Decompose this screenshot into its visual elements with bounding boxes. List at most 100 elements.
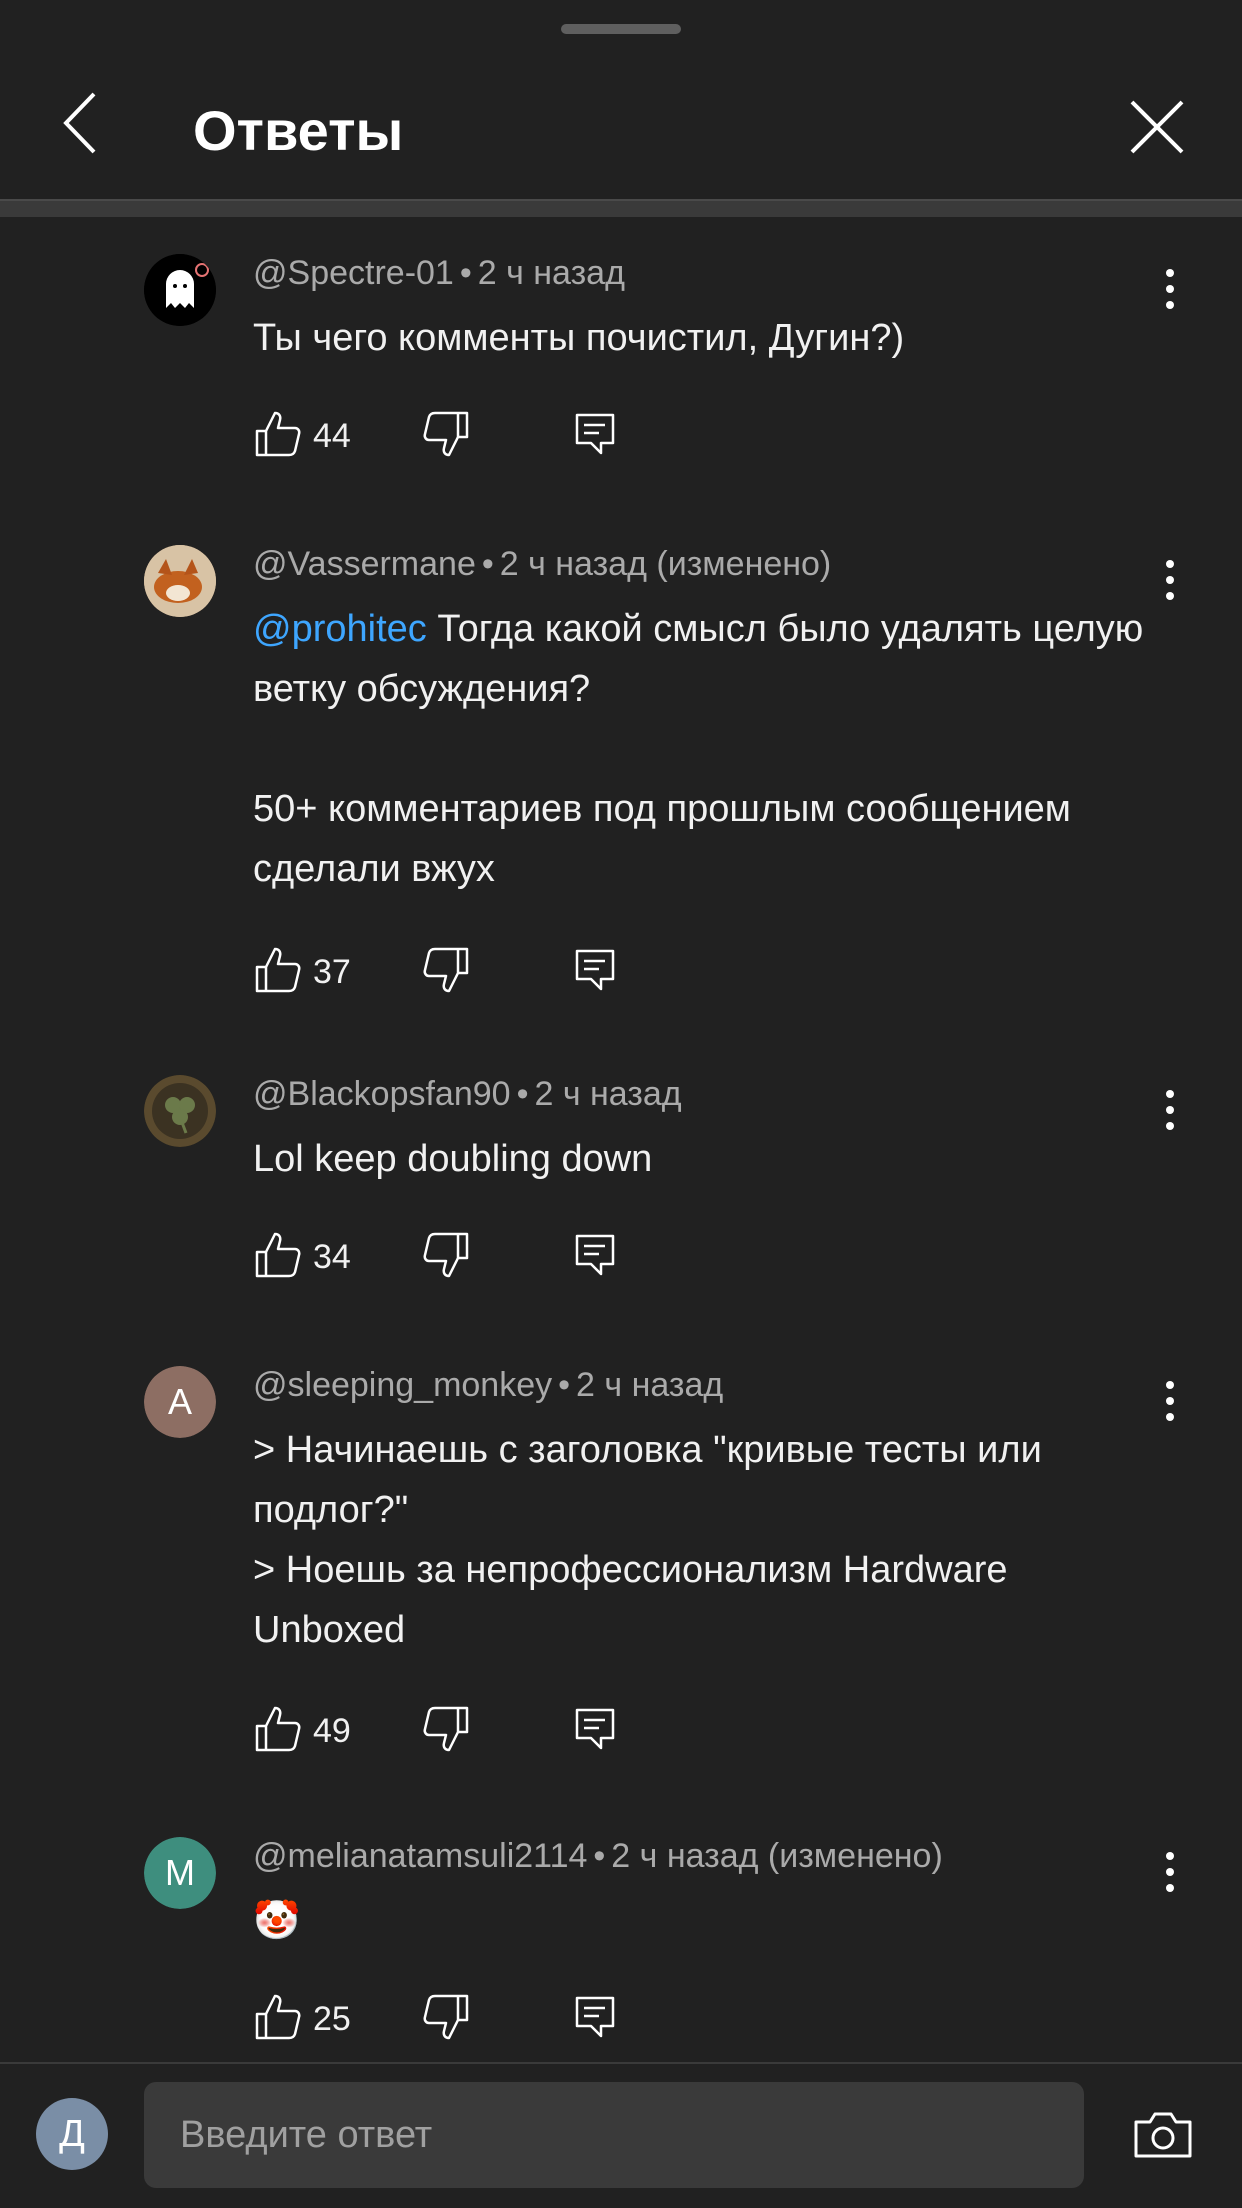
dislike-button[interactable] [421, 1704, 471, 1754]
reply-button[interactable] [571, 1230, 621, 1280]
thumbs-up-icon [255, 947, 301, 993]
comment-meta: @Vassermane • 2 ч назад (изменено) [253, 545, 832, 583]
comment-author[interactable]: @Spectre-01 [253, 254, 454, 292]
comment-text: Ты чего комменты почистил, Дугин?) [253, 308, 1153, 368]
more-vertical-icon [1166, 1852, 1174, 1892]
thumbs-up-icon [255, 411, 301, 457]
comment-body: Lol keep doubling down [253, 1138, 653, 1180]
comment-menu-button[interactable] [1155, 555, 1185, 605]
comment-actions: 49 [253, 1704, 653, 1764]
dislike-button[interactable] [421, 409, 471, 459]
thumbs-down-icon [423, 1232, 469, 1278]
more-vertical-icon [1166, 269, 1174, 309]
thumbs-up-icon [255, 1706, 301, 1752]
comment-time: 2 ч назад [576, 1366, 724, 1404]
thumbs-up-icon [255, 1994, 301, 2040]
back-button[interactable] [50, 88, 120, 158]
dislike-button[interactable] [421, 1992, 471, 2042]
reply-input[interactable] [144, 2082, 1084, 2188]
comment-time: 2 ч назад [534, 1075, 682, 1113]
comment-text: 🤡 [253, 1891, 1153, 1951]
like-button[interactable] [253, 409, 303, 459]
drag-handle[interactable] [561, 24, 681, 34]
chevron-left-icon [63, 92, 96, 154]
close-icon [1130, 100, 1184, 154]
comment-meta: @melianatamsuli2114 • 2 ч назад (изменено) [253, 1837, 943, 1875]
comment-menu-button[interactable] [1155, 264, 1185, 314]
thumbs-up-icon [255, 1232, 301, 1278]
comment-meta: @Blackopsfan90 • 2 ч назад [253, 1075, 682, 1113]
comment-text: @prohitec Тогда какой смысл было удалять… [253, 599, 1153, 899]
avatar[interactable]: M [144, 1837, 216, 1909]
comment-author[interactable]: @Vassermane [253, 545, 476, 583]
comment-menu-button[interactable] [1155, 1085, 1185, 1135]
header: Ответы [0, 60, 1242, 200]
like-count: 37 [313, 953, 351, 991]
like-count: 25 [313, 2000, 351, 2038]
comment-author[interactable]: @melianatamsuli2114 [253, 1837, 587, 1875]
comment-menu-button[interactable] [1155, 1847, 1185, 1897]
avatar[interactable] [144, 1075, 216, 1147]
fox-avatar-icon [144, 545, 216, 617]
comment-time: 2 ч назад [499, 545, 647, 583]
comment-author[interactable]: @Blackopsfan90 [253, 1075, 511, 1113]
camera-icon [1134, 2112, 1192, 2158]
reply-composer: Д [0, 2064, 1242, 2208]
reply-button[interactable] [571, 1704, 621, 1754]
comment-actions: 25 [253, 1992, 653, 2052]
current-user-avatar[interactable]: Д [36, 2098, 108, 2170]
comment-body: > Начинаешь с заголовка "кривые тесты ил… [253, 1429, 1042, 1651]
comment-body: Тогда какой смысл было удалять целую вет… [253, 608, 1144, 890]
avatar-letter: M [144, 1837, 216, 1909]
comment-actions: 37 [253, 945, 653, 1005]
page-title: Ответы [193, 99, 404, 162]
comment-author[interactable]: @sleeping_monkey [253, 1366, 552, 1404]
edited-label: (изменено) [767, 1837, 943, 1875]
like-button[interactable] [253, 945, 303, 995]
reply-icon [575, 413, 615, 455]
comment-body: Ты чего комменты почистил, Дугин?) [253, 317, 905, 359]
avatar[interactable] [144, 254, 216, 326]
camera-button[interactable] [1132, 2108, 1194, 2162]
thumbs-down-icon [423, 947, 469, 993]
reply-icon [575, 1234, 615, 1276]
like-count: 34 [313, 1238, 351, 1276]
reply-icon [575, 949, 615, 991]
reply-button[interactable] [571, 1992, 621, 2042]
thumbs-down-icon [423, 1706, 469, 1752]
thumbs-down-icon [423, 411, 469, 457]
more-vertical-icon [1166, 560, 1174, 600]
reply-icon [575, 1708, 615, 1750]
comment-body: 🤡 [253, 1900, 301, 1942]
like-button[interactable] [253, 1704, 303, 1754]
like-count: 49 [313, 1712, 351, 1750]
close-button[interactable] [1126, 96, 1188, 158]
replies-sheet: Ответы @Spectre-01 • 2 ч назад Ты чего к… [0, 0, 1242, 2208]
avatar[interactable] [144, 545, 216, 617]
ghost-avatar-icon [144, 254, 216, 326]
avatar[interactable]: A [144, 1366, 216, 1438]
dislike-button[interactable] [421, 1230, 471, 1280]
reply-button[interactable] [571, 409, 621, 459]
comment-actions: 44 [253, 409, 653, 469]
like-button[interactable] [253, 1992, 303, 2042]
clover-avatar-icon [144, 1075, 216, 1147]
comment-menu-button[interactable] [1155, 1376, 1185, 1426]
like-count: 44 [313, 417, 351, 455]
more-vertical-icon [1166, 1090, 1174, 1130]
edited-label: (изменено) [656, 545, 832, 583]
header-divider [0, 199, 1242, 217]
avatar-letter: A [144, 1366, 216, 1438]
like-button[interactable] [253, 1230, 303, 1280]
comment-meta: @sleeping_monkey • 2 ч назад [253, 1366, 724, 1404]
dislike-button[interactable] [421, 945, 471, 995]
comment-text: Lol keep doubling down [253, 1129, 1153, 1189]
reply-icon [575, 1996, 615, 2038]
thumbs-down-icon [423, 1994, 469, 2040]
comment-time: 2 ч назад [477, 254, 625, 292]
reply-button[interactable] [571, 945, 621, 995]
comment-time: 2 ч назад [611, 1837, 759, 1875]
mention-link[interactable]: @prohitec [253, 608, 427, 650]
more-vertical-icon [1166, 1381, 1174, 1421]
comment-meta: @Spectre-01 • 2 ч назад [253, 254, 625, 292]
